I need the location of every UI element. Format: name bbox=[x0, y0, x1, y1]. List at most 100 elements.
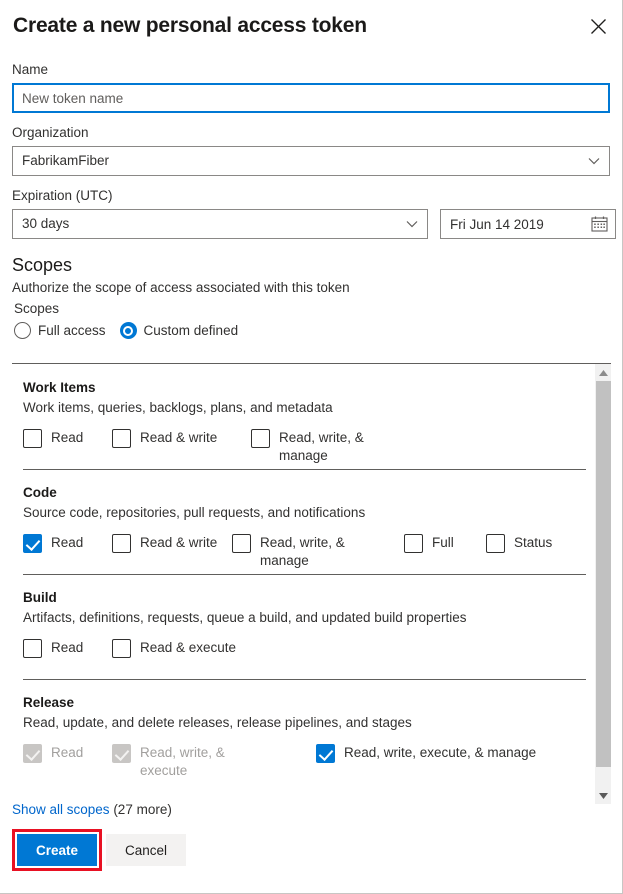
scope-checkbox-row: Read Read & write Read, write, & manage Ful… bbox=[23, 534, 593, 574]
scope-checkbox-label: Read bbox=[51, 640, 84, 655]
scrollbar-thumb[interactable] bbox=[596, 381, 611, 767]
scope-checkbox-row: Read Read, write, & execute Read, write, e… bbox=[23, 744, 593, 784]
scope-group-description: Work items, queries, backlogs, plans, an… bbox=[23, 400, 333, 415]
scope-checkbox-label: Read & execute bbox=[140, 640, 237, 655]
radio-label: Custom defined bbox=[143, 322, 239, 338]
dialog-footer: Show all scopes (27 more) Create Cancel bbox=[0, 800, 622, 893]
expiration-date-value: Fri Jun 14 2019 bbox=[450, 216, 544, 232]
scope-checkbox[interactable]: Read bbox=[23, 534, 83, 553]
expiration-select-wrap: 30 days bbox=[12, 209, 428, 239]
scope-checkbox: Read bbox=[23, 744, 83, 763]
scope-checkbox-label: Read bbox=[51, 745, 84, 760]
scope-radio-full-access[interactable]: Full access bbox=[14, 322, 106, 339]
checkbox-checked-icon bbox=[23, 534, 42, 553]
expiration-select[interactable]: 30 days bbox=[12, 209, 428, 239]
scopes-list: Work Items Work items, queries, backlogs,… bbox=[12, 364, 593, 804]
page-title: Create a new personal access token bbox=[13, 14, 367, 37]
create-pat-dialog: Create a new personal access token Name … bbox=[0, 0, 623, 894]
expiration-date-picker[interactable]: Fri Jun 14 2019 bbox=[440, 209, 616, 239]
show-all-scopes-row: Show all scopes (27 more) bbox=[12, 800, 610, 819]
create-button-highlight: Create bbox=[12, 829, 102, 871]
scope-checkbox-label: Read & write bbox=[140, 535, 218, 550]
scope-checkbox[interactable]: Read & execute bbox=[112, 639, 236, 658]
show-all-scopes-count: (27 more) bbox=[109, 802, 172, 817]
scope-group-title: Release bbox=[23, 695, 75, 710]
scope-checkbox-label: Read, write, & execute bbox=[140, 745, 225, 778]
chevron-down-icon bbox=[406, 220, 418, 228]
scope-checkbox: Read, write, & execute bbox=[112, 744, 250, 780]
scope-checkbox-label: Status bbox=[514, 535, 553, 550]
expiration-label: Expiration (UTC) bbox=[12, 188, 113, 203]
scope-radio-custom-defined[interactable]: Custom defined bbox=[119, 322, 239, 339]
scopes-list-container: Work Items Work items, queries, backlogs,… bbox=[12, 363, 611, 804]
expiration-date-wrap: Fri Jun 14 2019 bbox=[440, 209, 616, 239]
radio-indicator-icon bbox=[119, 322, 137, 339]
scopes-scrollbar[interactable] bbox=[594, 364, 611, 804]
checkbox-unchecked-icon bbox=[486, 534, 505, 553]
scopes-description: Authorize the scope of access associated… bbox=[12, 280, 350, 295]
scope-checkbox-label: Read bbox=[51, 430, 84, 445]
checkbox-unchecked-icon bbox=[112, 429, 131, 448]
name-field-group: Name bbox=[0, 60, 622, 113]
radio-indicator-icon bbox=[14, 322, 31, 339]
scope-checkbox-label: Read & write bbox=[140, 430, 218, 445]
checkbox-checked-icon bbox=[112, 744, 131, 763]
scope-group-description: Source code, repositories, pull requests… bbox=[23, 505, 366, 520]
organization-label: Organization bbox=[12, 125, 89, 140]
checkbox-unchecked-icon bbox=[23, 639, 42, 658]
radio-label: Full access bbox=[38, 322, 106, 338]
show-all-scopes-link[interactable]: Show all scopes bbox=[12, 802, 110, 817]
create-button[interactable]: Create bbox=[17, 834, 97, 866]
scope-checkbox-label: Read, write, execute, & manage bbox=[344, 745, 537, 760]
chevron-down-icon bbox=[588, 157, 600, 165]
scope-group-title: Code bbox=[23, 485, 57, 500]
checkbox-unchecked-icon bbox=[251, 429, 270, 448]
dialog-header: Create a new personal access token bbox=[0, 0, 622, 48]
scope-checkbox[interactable]: Read, write, & manage bbox=[251, 429, 389, 465]
checkbox-checked-icon bbox=[23, 744, 42, 763]
dialog-actions: Create Cancel bbox=[12, 829, 610, 893]
checkbox-unchecked-icon bbox=[23, 429, 42, 448]
organization-value: FabrikamFiber bbox=[22, 153, 110, 169]
scope-checkbox-row: Read Read & write Read, write, & manage bbox=[23, 429, 593, 469]
scope-group: Build Artifacts, definitions, requests, q… bbox=[12, 574, 593, 679]
scope-checkbox[interactable]: Read & write bbox=[112, 534, 217, 553]
scope-group-title: Work Items bbox=[23, 380, 96, 395]
scope-group: Code Source code, repositories, pull requ… bbox=[12, 469, 593, 574]
scope-checkbox[interactable]: Read bbox=[23, 639, 83, 658]
scope-group: Work Items Work items, queries, backlogs,… bbox=[12, 364, 593, 469]
token-name-input[interactable] bbox=[12, 83, 610, 113]
scopes-heading: Scopes bbox=[12, 255, 73, 275]
expiration-value: 30 days bbox=[22, 216, 70, 232]
checkbox-unchecked-icon bbox=[112, 639, 131, 658]
scopes-radio-group: Full access Custom defined bbox=[12, 322, 610, 339]
scope-checkbox[interactable]: Full bbox=[404, 534, 454, 553]
expiration-label-wrap: Expiration (UTC) bbox=[0, 186, 622, 206]
checkbox-unchecked-icon bbox=[404, 534, 423, 553]
scope-checkbox-row: Read Read & execute bbox=[23, 639, 593, 679]
name-label: Name bbox=[12, 62, 49, 77]
scope-checkbox-label: Full bbox=[432, 535, 454, 550]
scroll-up-arrow-icon[interactable] bbox=[595, 364, 611, 381]
scope-checkbox-label: Read, write, & manage bbox=[279, 430, 364, 463]
scope-group-description: Artifacts, definitions, requests, queue … bbox=[23, 610, 467, 625]
scope-checkbox[interactable]: Read bbox=[23, 429, 83, 448]
scope-checkbox[interactable]: Read, write, execute, & manage bbox=[316, 744, 536, 763]
organization-select[interactable]: FabrikamFiber bbox=[12, 146, 610, 176]
scope-checkbox[interactable]: Read, write, & manage bbox=[232, 534, 370, 570]
scopes-section-header: Scopes Authorize the scope of access ass… bbox=[0, 253, 622, 339]
organization-field-group: Organization FabrikamFiber bbox=[0, 123, 622, 176]
close-button[interactable] bbox=[582, 10, 614, 42]
scope-checkbox[interactable]: Status bbox=[486, 534, 552, 553]
scope-group-description: Read, update, and delete releases, relea… bbox=[23, 715, 412, 730]
scope-checkbox[interactable]: Read & write bbox=[112, 429, 217, 448]
expiration-row: 30 days Fri Jun 14 2019 bbox=[0, 209, 622, 239]
scope-group: Release Read, update, and delete releases… bbox=[12, 679, 593, 784]
scope-group-title: Build bbox=[23, 590, 57, 605]
scope-checkbox-label: Read, write, & manage bbox=[260, 535, 345, 568]
cancel-button[interactable]: Cancel bbox=[106, 834, 186, 866]
calendar-icon[interactable] bbox=[591, 216, 608, 233]
scope-checkbox-label: Read bbox=[51, 535, 84, 550]
checkbox-checked-icon bbox=[316, 744, 335, 763]
checkbox-unchecked-icon bbox=[112, 534, 131, 553]
